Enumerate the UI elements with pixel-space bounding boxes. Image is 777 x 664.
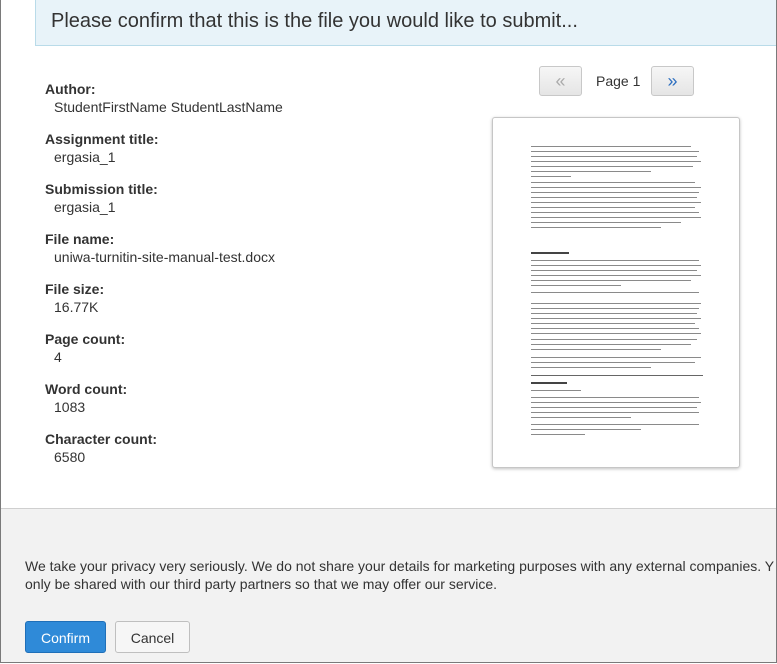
- file-name-value: uniwa-turnitin-site-manual-test.docx: [54, 249, 275, 265]
- page-title: Please confirm that this is the file you…: [51, 10, 578, 32]
- document-text-line: [531, 424, 699, 426]
- document-text-line: [531, 323, 695, 325]
- confirm-button[interactable]: Confirm: [25, 621, 106, 653]
- document-text-line: [531, 161, 701, 163]
- document-heading-line: [531, 382, 567, 384]
- document-text-line: [531, 222, 681, 224]
- document-text-line: [531, 280, 691, 282]
- submission-details: Author: StudentFirstName StudentLastName…: [45, 80, 465, 480]
- file-name-label: File name:: [45, 231, 115, 247]
- document-text-line: [531, 367, 651, 369]
- document-preview: [492, 117, 740, 468]
- document-text-line: [531, 344, 691, 346]
- author-value: StudentFirstName StudentLastName: [54, 99, 283, 115]
- document-text-line: [531, 429, 641, 431]
- document-text-line: [531, 197, 697, 199]
- document-text-line: [531, 349, 661, 351]
- document-text-line: [531, 227, 661, 229]
- privacy-notice-line-2: only be shared with our third party part…: [25, 576, 498, 592]
- author-label: Author:: [45, 81, 96, 97]
- document-text-line: [531, 402, 701, 404]
- document-text-line: [531, 390, 581, 392]
- document-text-line: [531, 292, 699, 294]
- submission-title-label: Submission title:: [45, 181, 158, 197]
- document-text-line: [531, 333, 701, 335]
- document-text-line: [531, 166, 693, 168]
- document-text-line: [531, 318, 701, 320]
- document-text-line: [531, 339, 697, 341]
- document-text-line: [531, 313, 697, 315]
- file-size-field: File size: 16.77K: [45, 280, 465, 330]
- previous-page-button[interactable]: «: [539, 66, 582, 96]
- assignment-title-value: ergasia_1: [54, 149, 116, 165]
- page-pager: « Page 1 »: [539, 66, 699, 98]
- document-text-line: [531, 146, 691, 148]
- document-text-line: [531, 412, 699, 414]
- document-text-line: [531, 362, 695, 364]
- document-text-line: [531, 260, 699, 262]
- submission-title-field: Submission title: ergasia_1: [45, 180, 465, 230]
- page-count-label: Page count:: [45, 331, 126, 347]
- page-count-field: Page count: 4: [45, 330, 465, 380]
- document-text-line: [531, 217, 701, 219]
- submission-confirm-dialog: Please confirm that this is the file you…: [0, 0, 777, 663]
- document-text-line: [531, 407, 697, 409]
- word-count-value: 1083: [54, 399, 86, 415]
- submission-title-value: ergasia_1: [54, 199, 116, 215]
- document-text-line: [531, 151, 699, 153]
- privacy-notice-line-1: We take your privacy very seriously. We …: [25, 558, 775, 574]
- document-text-line: [531, 212, 699, 214]
- document-text-line: [531, 275, 701, 277]
- word-count-label: Word count:: [45, 381, 128, 397]
- author-field: Author: StudentFirstName StudentLastName: [45, 80, 465, 130]
- file-size-value: 16.77K: [54, 299, 99, 315]
- character-count-label: Character count:: [45, 431, 158, 447]
- document-text-line: [531, 434, 585, 436]
- page-count-value: 4: [54, 349, 62, 365]
- document-text-line: [531, 192, 699, 194]
- document-text-line: [531, 328, 699, 330]
- document-text-line: [531, 357, 701, 359]
- document-divider: [531, 375, 703, 376]
- document-text-line: [531, 417, 631, 419]
- document-text-line: [531, 270, 697, 272]
- character-count-value: 6580: [54, 449, 86, 465]
- footer-panel: We take your privacy very seriously. We …: [1, 508, 776, 662]
- document-text-line: [531, 397, 699, 399]
- next-page-button[interactable]: »: [651, 66, 694, 96]
- document-text-line: [531, 171, 651, 173]
- document-text-line: [531, 285, 621, 287]
- character-count-field: Character count: 6580: [45, 430, 465, 480]
- assignment-title-field: Assignment title: ergasia_1: [45, 130, 465, 180]
- document-text-line: [531, 187, 701, 189]
- document-text-line: [531, 265, 701, 267]
- document-heading-line: [531, 252, 569, 254]
- assignment-title-label: Assignment title:: [45, 131, 159, 147]
- document-text-line: [531, 156, 697, 158]
- page-indicator: Page 1: [596, 73, 641, 89]
- word-count-field: Word count: 1083: [45, 380, 465, 430]
- document-text-line: [531, 176, 571, 178]
- document-text-line: [531, 207, 695, 209]
- document-page-thumbnail-icon: [531, 146, 703, 446]
- file-size-label: File size:: [45, 281, 105, 297]
- privacy-notice: We take your privacy very seriously. We …: [25, 557, 776, 593]
- document-text-line: [531, 303, 701, 305]
- document-text-line: [531, 182, 695, 184]
- document-text-line: [531, 308, 699, 310]
- file-name-field: File name: uniwa-turnitin-site-manual-te…: [45, 230, 465, 280]
- document-text-line: [531, 202, 701, 204]
- header-banner: Please confirm that this is the file you…: [35, 0, 776, 46]
- cancel-button[interactable]: Cancel: [115, 621, 190, 653]
